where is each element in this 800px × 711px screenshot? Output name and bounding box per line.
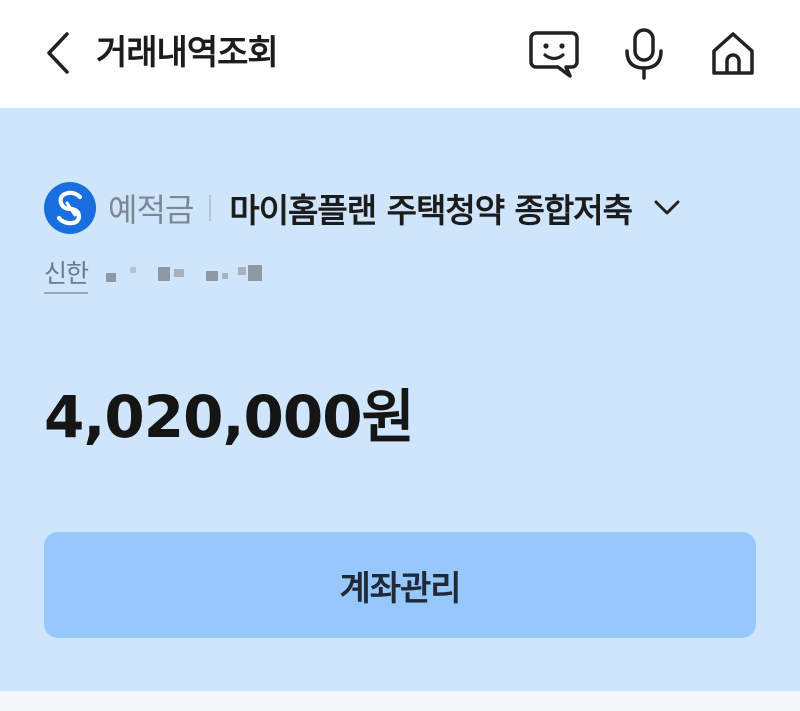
chatbot-icon [529, 31, 579, 78]
section-separator [0, 691, 800, 711]
account-selector[interactable]: 예적금 마이홈플랜 주택청약 종합저축 [44, 182, 680, 234]
masked-account-number [100, 259, 300, 289]
divider [209, 195, 212, 221]
account-management-button[interactable]: 계좌관리 [44, 532, 756, 638]
page-title: 거래내역조회 [96, 33, 279, 73]
microphone-icon [625, 28, 663, 80]
account-number-row: 신한 [44, 254, 300, 294]
product-name: 마이홈플랜 주택청약 종합저축 [229, 191, 633, 230]
chatbot-button[interactable] [526, 26, 582, 82]
account-balance: 4,020,000원 [44, 383, 415, 451]
top-app-bar: 거래내역조회 [0, 0, 800, 108]
home-icon [712, 32, 754, 75]
bank-name-link[interactable]: 신한 [44, 254, 89, 294]
chevron-down-icon [654, 200, 680, 216]
home-button[interactable] [705, 26, 761, 82]
shinhan-bank-logo-icon [44, 182, 96, 234]
product-type-label: 예적금 [108, 191, 194, 229]
back-button[interactable] [38, 30, 78, 76]
account-summary-card: 예적금 마이홈플랜 주택청약 종합저축 신한 4,020,000원 계좌관리 [0, 108, 800, 691]
voice-search-button[interactable] [616, 26, 672, 82]
back-icon [47, 32, 69, 74]
